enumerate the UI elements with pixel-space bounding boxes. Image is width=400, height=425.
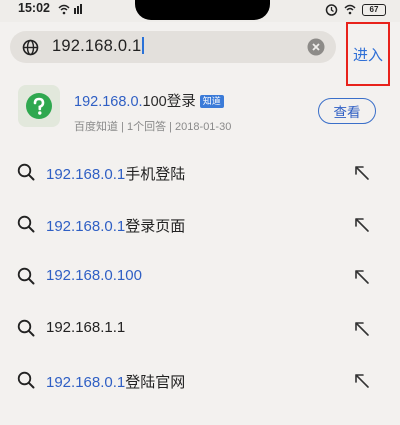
status-time: 15:02 bbox=[18, 1, 50, 15]
search-icon bbox=[17, 371, 35, 389]
address-input[interactable]: 192.168.0.1 bbox=[52, 37, 144, 56]
status-right: 67 bbox=[325, 3, 386, 16]
battery-indicator: 67 bbox=[362, 3, 386, 16]
text-caret bbox=[142, 37, 144, 54]
top-result-item[interactable]: 192.168.0.100登录 知道 百度知道 | 1个回答 | 2018-01-… bbox=[0, 76, 400, 140]
suggestion-rest: 登陆官网 bbox=[125, 374, 186, 391]
fill-arrow-icon[interactable] bbox=[354, 373, 370, 389]
suggestion-item[interactable]: 192.168.0.1登录页面 bbox=[0, 200, 400, 252]
globe-icon bbox=[22, 39, 39, 56]
status-bar: 15:02 67 bbox=[0, 0, 400, 22]
suggestion-label: 192.168.0.100 bbox=[46, 267, 142, 284]
suggestion-label: 192.168.0.1手机登陆 bbox=[46, 163, 185, 184]
search-icon bbox=[17, 215, 35, 233]
fill-arrow-icon[interactable] bbox=[354, 321, 370, 337]
result-title-rest: 100登录 bbox=[142, 94, 196, 110]
wifi-status-icon bbox=[344, 4, 356, 15]
suggestion-rest: 手机登陆 bbox=[125, 166, 186, 183]
suggestion-label: 192.168.1.1 bbox=[46, 319, 125, 336]
view-button[interactable]: 查看 bbox=[318, 98, 376, 124]
suggestion-item[interactable]: 192.168.0.100 bbox=[0, 252, 400, 304]
suggestion-highlight: 192.168.0.1 bbox=[46, 166, 126, 183]
suggestion-rest: 登录页面 bbox=[125, 218, 186, 235]
address-bar[interactable]: 192.168.0.1 bbox=[10, 31, 336, 63]
zhidao-icon bbox=[18, 85, 60, 127]
fill-arrow-icon[interactable] bbox=[354, 269, 370, 285]
suggestion-item[interactable]: 192.168.0.1登陆官网 bbox=[0, 356, 400, 408]
suggestion-highlight: 192.168.0.100 bbox=[46, 267, 142, 284]
result-title-highlight: 192.168.0. bbox=[74, 94, 143, 110]
search-icon bbox=[17, 267, 35, 285]
suggestion-item[interactable]: 192.168.0.1手机登陆 bbox=[0, 148, 400, 200]
address-input-value: 192.168.0.1 bbox=[52, 37, 142, 55]
result-meta: 百度知道 | 1个回答 | 2018-01-30 bbox=[74, 121, 232, 133]
alarm-icon bbox=[325, 4, 338, 16]
suggestion-label: 192.168.0.1登陆官网 bbox=[46, 371, 185, 392]
suggestion-highlight: 192.168.0.1 bbox=[46, 374, 126, 391]
result-title: 192.168.0.100登录 知道 bbox=[74, 90, 224, 111]
camera-notch bbox=[135, 0, 270, 20]
wifi-icon bbox=[58, 4, 70, 15]
zhidao-badge: 知道 bbox=[199, 95, 224, 108]
clear-icon[interactable] bbox=[307, 38, 325, 56]
suggestion-highlight: 192.168.0.1 bbox=[46, 218, 126, 235]
search-icon bbox=[17, 163, 35, 181]
suggestion-rest: 192.168.1.1 bbox=[46, 319, 126, 336]
suggestion-label: 192.168.0.1登录页面 bbox=[46, 215, 185, 236]
suggestion-item[interactable]: 192.168.1.1 bbox=[0, 304, 400, 356]
signal-icon bbox=[74, 4, 82, 14]
question-icon bbox=[26, 93, 52, 119]
status-icons bbox=[58, 4, 82, 15]
search-icon bbox=[17, 319, 35, 337]
fill-arrow-icon[interactable] bbox=[354, 165, 370, 181]
fill-arrow-icon[interactable] bbox=[354, 217, 370, 233]
